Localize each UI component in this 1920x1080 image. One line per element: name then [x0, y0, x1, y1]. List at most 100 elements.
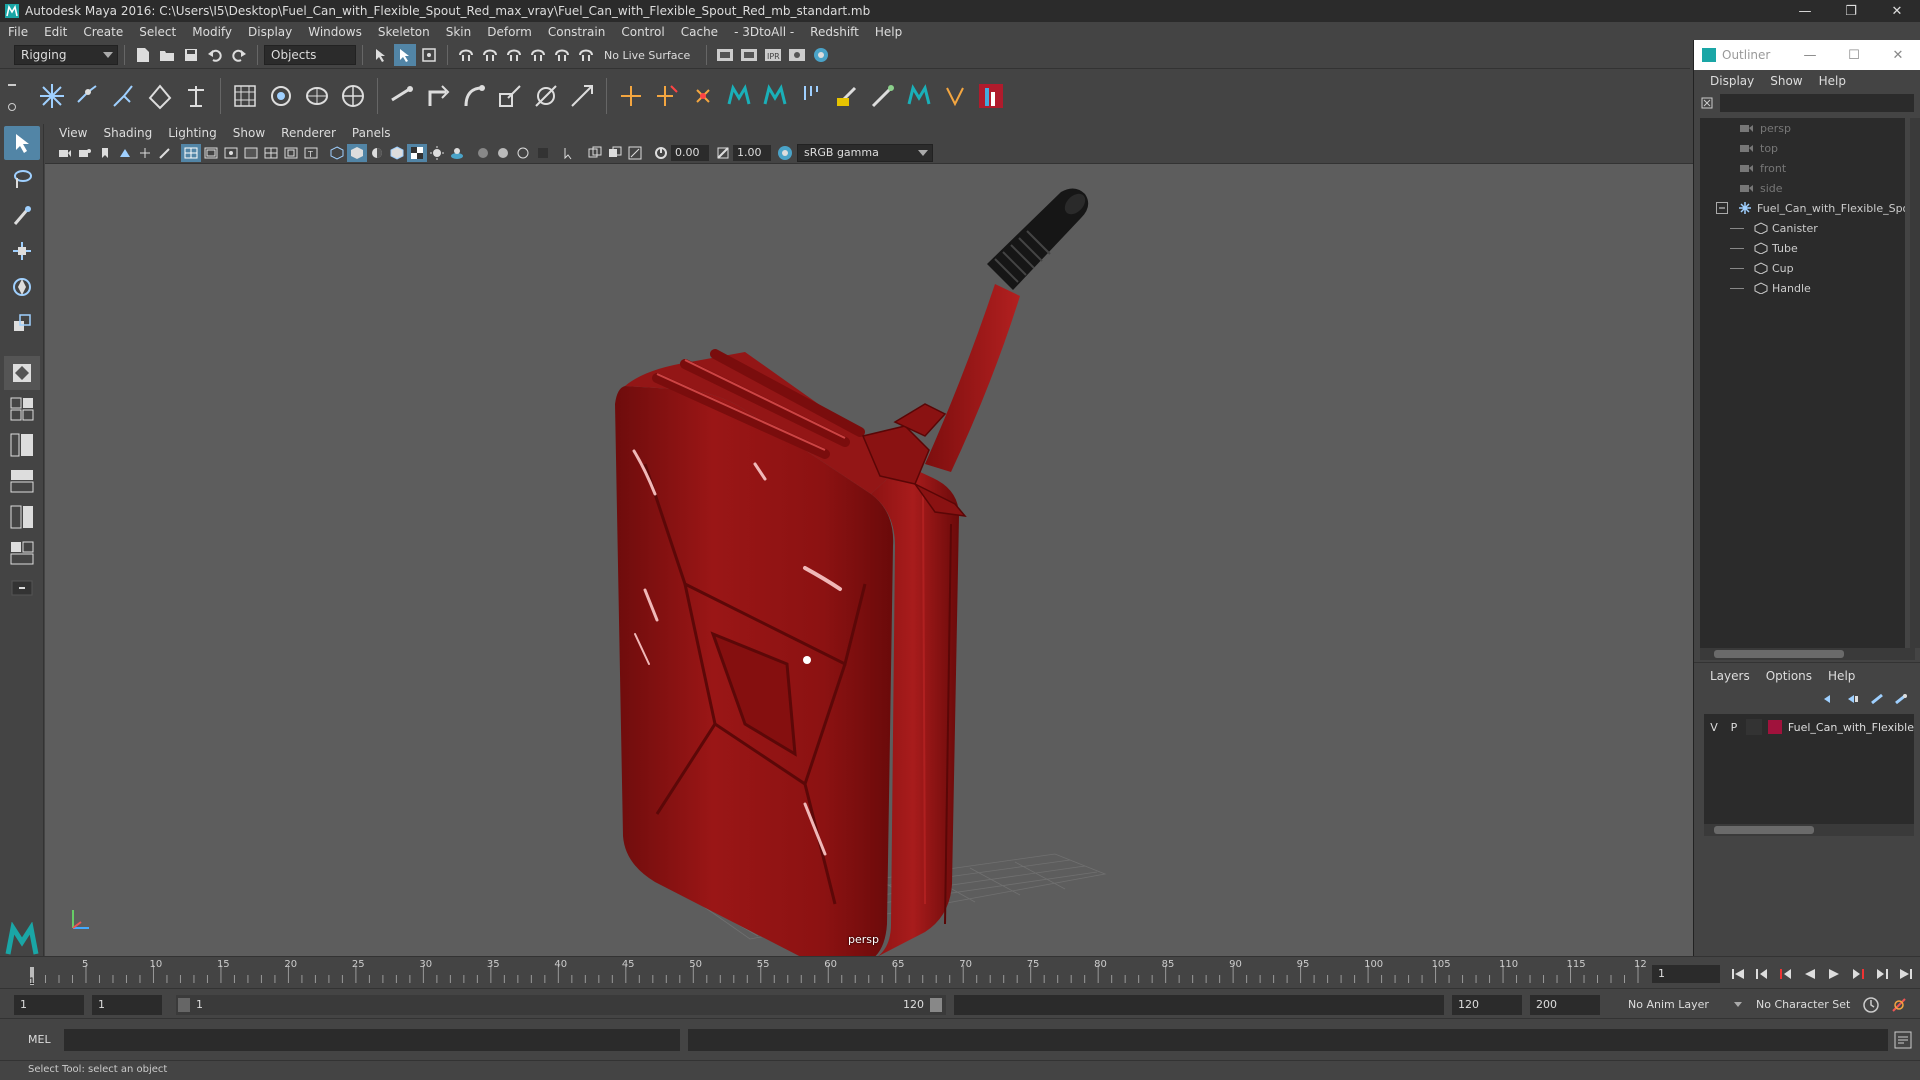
screen-space-ao-icon[interactable] — [473, 144, 493, 162]
step-forward-frame-icon[interactable] — [1846, 965, 1870, 983]
snap-grid-icon[interactable] — [455, 44, 477, 66]
menuset-dropdown[interactable]: Rigging — [14, 45, 118, 65]
playback-end-field[interactable]: 120 — [1452, 995, 1522, 1015]
render-frame-icon[interactable] — [738, 44, 760, 66]
outliner-search-input[interactable] — [1720, 94, 1914, 112]
camera-attributes-icon[interactable] — [75, 144, 95, 162]
layers-menu-help[interactable]: Help — [1820, 669, 1863, 683]
use-all-lights-icon[interactable] — [427, 144, 447, 162]
ik-spline-icon[interactable] — [107, 79, 141, 113]
safe-title-icon[interactable]: T — [301, 144, 321, 162]
layer-color-swatch[interactable] — [1767, 720, 1782, 734]
single-perspective-layout-button[interactable] — [4, 356, 40, 390]
paint-select-tool-button[interactable] — [4, 198, 40, 232]
menu-modify[interactable]: Modify — [184, 25, 240, 39]
select-tool-button[interactable] — [4, 126, 40, 160]
ik-handle-icon[interactable] — [71, 79, 105, 113]
outliner-item-persp[interactable]: persp — [1700, 118, 1905, 138]
orient-constraint-icon[interactable] — [457, 79, 491, 113]
menu-display[interactable]: Display — [240, 25, 300, 39]
open-scene-icon[interactable] — [156, 44, 178, 66]
save-scene-icon[interactable] — [180, 44, 202, 66]
select-component-icon[interactable] — [418, 44, 440, 66]
rotate-tool-button[interactable] — [4, 270, 40, 304]
redshift-icon-b[interactable] — [758, 79, 792, 113]
viewport-menu-shading[interactable]: Shading — [95, 126, 160, 140]
menu-skin[interactable]: Skin — [438, 25, 480, 39]
lattice-icon[interactable] — [228, 79, 262, 113]
isolate-select-icon[interactable] — [559, 144, 579, 162]
menu-deform[interactable]: Deform — [479, 25, 540, 39]
viewport-menu-show[interactable]: Show — [225, 126, 273, 140]
animation-preferences-icon[interactable] — [1890, 996, 1908, 1014]
step-back-key-icon[interactable] — [1750, 965, 1774, 983]
scroll-thumb[interactable] — [1714, 826, 1814, 834]
create-joints-icon[interactable] — [35, 79, 69, 113]
time-ruler[interactable]: 5 10 15 20 25 30 35 40 45 50 55 60 65 70 75 80 85 90 95 100… — [28, 957, 1646, 987]
lasso-tool-button[interactable] — [4, 162, 40, 196]
redshift-icon-a[interactable] — [722, 79, 756, 113]
collapse-toggle-icon[interactable] — [1716, 202, 1728, 214]
move-layer-down-icon[interactable] — [1842, 688, 1864, 710]
redshift-icon-c[interactable] — [902, 79, 936, 113]
cluster-icon[interactable] — [264, 79, 298, 113]
perspective-viewport[interactable]: persp — [45, 164, 1693, 956]
current-frame-field[interactable]: 1 — [1652, 965, 1720, 983]
menu-create[interactable]: Create — [75, 25, 131, 39]
range-start-handle[interactable] — [178, 998, 190, 1012]
select-camera-icon[interactable] — [55, 144, 75, 162]
pole-vector-icon[interactable] — [565, 79, 599, 113]
layer-display-type[interactable] — [1745, 719, 1762, 735]
color-management-icon[interactable] — [775, 144, 795, 162]
gate-mask-icon[interactable] — [241, 144, 261, 162]
move-layer-up-icon[interactable] — [1818, 688, 1840, 710]
use-default-material-icon[interactable] — [367, 144, 387, 162]
outliner-vertical-scrollbar[interactable] — [1910, 118, 1920, 648]
persp-outliner-layout-button[interactable] — [4, 428, 40, 462]
outliner-item-top[interactable]: top — [1700, 138, 1905, 158]
xray-icon[interactable] — [585, 144, 605, 162]
range-slider[interactable]: 1 120 — [176, 995, 946, 1015]
shelf-tool-icon[interactable] — [794, 79, 828, 113]
field-chart-icon[interactable] — [261, 144, 281, 162]
viewport-menu-panels[interactable]: Panels — [344, 126, 399, 140]
depth-of-field-icon[interactable] — [533, 144, 553, 162]
outliner-item-front[interactable]: front — [1700, 158, 1905, 178]
menu-select[interactable]: Select — [131, 25, 184, 39]
set-driven-key-icon[interactable] — [686, 79, 720, 113]
motion-blur-icon[interactable] — [493, 144, 513, 162]
wireframe-icon[interactable] — [327, 144, 347, 162]
selection-mode-dropdown[interactable]: Objects — [264, 45, 356, 65]
brush-icon[interactable] — [866, 79, 900, 113]
command-language-label[interactable]: MEL — [28, 1033, 51, 1046]
snap-live-icon[interactable] — [551, 44, 573, 66]
four-view-layout-button[interactable] — [4, 392, 40, 426]
menu-constrain[interactable]: Constrain — [540, 25, 614, 39]
time-slider[interactable]: 5 10 15 20 25 30 35 40 45 50 55 60 65 70 75 80 85 90 95 100… — [0, 956, 1920, 988]
aim-constraint-icon[interactable] — [421, 79, 455, 113]
step-back-frame-icon[interactable] — [1774, 965, 1798, 983]
menu-skeleton[interactable]: Skeleton — [370, 25, 438, 39]
xray-joints-icon[interactable] — [625, 144, 645, 162]
menu-file[interactable]: File — [0, 25, 36, 39]
play-backward-icon[interactable] — [1798, 965, 1822, 983]
auto-key-icon[interactable] — [1862, 996, 1880, 1014]
grid-toggle-icon[interactable] — [181, 143, 201, 162]
outliner-menu-help[interactable]: Help — [1811, 74, 1854, 88]
redo-icon[interactable] — [228, 44, 250, 66]
snap-point-icon[interactable] — [503, 44, 525, 66]
menu-windows[interactable]: Windows — [300, 25, 370, 39]
go-to-start-icon[interactable] — [1726, 965, 1750, 983]
outliner-item-side[interactable]: side — [1700, 178, 1905, 198]
go-to-end-icon[interactable] — [1894, 965, 1918, 983]
2d-pan-zoom-icon[interactable] — [135, 144, 155, 162]
outliner-maximize-button[interactable]: ☐ — [1832, 40, 1876, 70]
wireframe-on-shaded-icon[interactable] — [387, 144, 407, 162]
smooth-shade-icon[interactable] — [347, 143, 367, 162]
skeleton-icon[interactable] — [179, 79, 213, 113]
multisample-aa-icon[interactable] — [513, 144, 533, 162]
resolution-gate-icon[interactable] — [221, 144, 241, 162]
select-hierarchy-icon[interactable] — [370, 44, 392, 66]
layer-horizontal-scrollbar[interactable] — [1704, 824, 1914, 836]
persp-hypershade-layout-button[interactable] — [4, 500, 40, 534]
